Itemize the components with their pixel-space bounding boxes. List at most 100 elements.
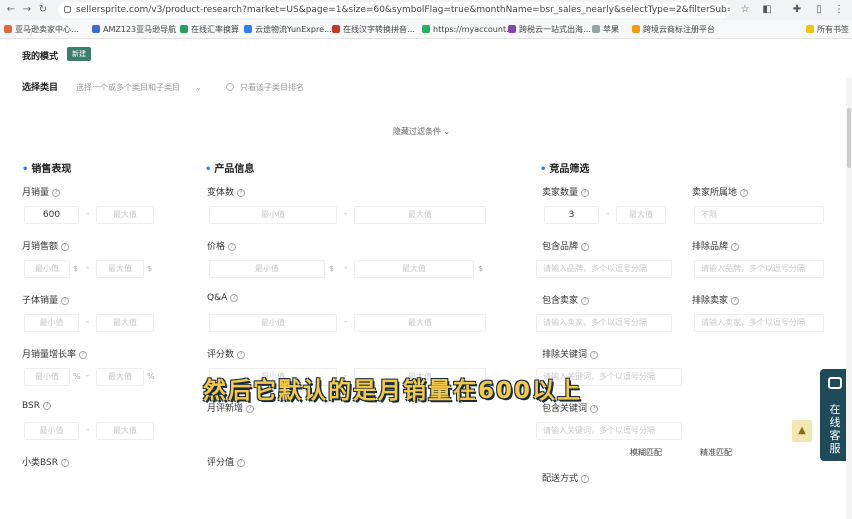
variant-count-max[interactable]: 最大值 (354, 206, 486, 224)
include-keywords-input[interactable]: 请输入关键词，多个以逗号分隔 (536, 422, 682, 440)
section-product: 产品信息 (205, 160, 254, 175)
dollar-unit: $ (478, 264, 484, 273)
subcategory-radio[interactable] (226, 83, 234, 91)
variant-sales-label: 子体销量? (22, 293, 70, 306)
dollar-unit: $ (147, 264, 153, 273)
range-dash: - (86, 371, 90, 381)
star-icon[interactable]: ☆ (738, 3, 752, 17)
help-icon[interactable]: ? (590, 404, 599, 413)
help-icon[interactable]: ? (581, 296, 590, 305)
fulfillment-label: 配送方式? (542, 471, 590, 484)
help-icon[interactable]: ? (237, 350, 246, 359)
include-seller-label: 包含卖家? (542, 293, 590, 306)
bookmark-8[interactable]: 跨境云商标注册平台 (632, 23, 715, 36)
bookmark-2[interactable]: 在线汇率换算 (180, 23, 239, 36)
bookmark-1[interactable]: AMZ123亚马逊导航 (92, 23, 176, 36)
seller-count-max[interactable]: 最大值 (616, 206, 666, 224)
price-max[interactable]: 最大值 (354, 260, 474, 278)
bookmark-0[interactable]: 亚马逊卖家中心… (4, 23, 79, 36)
help-icon[interactable]: ? (61, 242, 70, 251)
monthly-revenue-min[interactable]: 最小值 (24, 260, 70, 278)
chat-icon (828, 377, 842, 389)
range-dash: - (86, 425, 90, 435)
help-icon[interactable]: ? (731, 296, 740, 305)
include-seller-input[interactable]: 请输入卖家，多个以逗号分隔 (536, 314, 672, 332)
seller-count-min[interactable]: 3 (544, 206, 599, 224)
extension-icon[interactable]: ◧ (760, 3, 774, 17)
monthly-sales-label: 月销量? (22, 185, 61, 198)
qa-min[interactable]: 最小值 (209, 314, 337, 332)
exact-match-option[interactable]: 精准匹配 (700, 447, 732, 458)
include-brand-input[interactable]: 请输入品牌，多个以逗号分隔 (536, 260, 672, 278)
address-bar[interactable]: sellersprite.com/v3/product-research?mar… (58, 2, 730, 18)
help-icon[interactable]: ? (42, 401, 51, 410)
dollar-unit: $ (73, 264, 79, 273)
back-icon[interactable]: ← (4, 3, 18, 17)
chevron-down-icon: ⌄ (443, 127, 451, 136)
fuzzy-match-option[interactable]: 模糊匹配 (630, 447, 662, 458)
help-icon[interactable]: ? (581, 242, 590, 251)
monthly-revenue-label: 月销售额? (22, 239, 70, 252)
range-dash: - (344, 209, 348, 219)
menu-icon[interactable]: ⋮ (832, 3, 846, 17)
price-min[interactable]: 最小值 (209, 260, 325, 278)
bsr-max[interactable]: 最大值 (96, 422, 154, 440)
include-brand-label: 包含品牌? (542, 239, 590, 252)
sidepanel-icon[interactable]: ▯ (812, 3, 826, 17)
browser-toolbar: ← → ↻ sellersprite.com/v3/product-resear… (0, 0, 852, 20)
help-icon[interactable]: ? (52, 188, 61, 197)
puzzle-icon[interactable]: ✚ (790, 3, 804, 17)
forward-icon[interactable]: → (20, 3, 34, 17)
monthly-sales-min[interactable]: 600 (24, 206, 79, 224)
sales-growth-max[interactable]: 最大值 (96, 368, 144, 386)
bookmarks-bar: 亚马逊卖家中心… AMZ123亚马逊导航 在线汇率换算 云途物流YunExpre… (0, 20, 852, 39)
variant-count-label: 变体数? (207, 185, 246, 198)
help-icon[interactable]: ? (60, 458, 69, 467)
help-icon[interactable]: ? (246, 404, 255, 413)
rating-value-label: 评分值? (207, 455, 246, 468)
hide-filters-toggle[interactable]: 隐藏过滤条件 ⌄ (393, 126, 450, 137)
help-icon[interactable]: ? (230, 293, 239, 302)
seller-location-select[interactable]: 不限 (694, 206, 824, 224)
category-select[interactable]: 选择一个或多个类目和子类目 ⌄ (72, 79, 206, 97)
price-label: 价格? (207, 239, 237, 252)
all-bookmarks[interactable]: 所有书签 (806, 23, 849, 36)
bsr-min[interactable]: 最小值 (24, 422, 79, 440)
reload-icon[interactable]: ↻ (36, 3, 50, 17)
help-icon[interactable]: ? (79, 350, 88, 359)
category-placeholder: 选择一个或多个类目和子类目 (76, 83, 180, 92)
bookmark-6[interactable]: 跨税云一站式出海… (508, 23, 591, 36)
help-icon[interactable]: ? (61, 296, 70, 305)
mode-new-button[interactable]: 新建 (67, 47, 91, 61)
scrollbar-thumb[interactable] (847, 108, 851, 168)
exclude-brand-input[interactable]: 请输入品牌，多个以逗号分隔 (694, 260, 824, 278)
back-to-top-button[interactable]: ▲ (792, 420, 812, 442)
help-icon[interactable]: ? (590, 350, 599, 359)
variant-sales-min[interactable]: 最小值 (24, 314, 79, 332)
help-icon[interactable]: ? (237, 458, 246, 467)
variant-sales-max[interactable]: 最大值 (96, 314, 154, 332)
sales-growth-min[interactable]: 最小值 (24, 368, 70, 386)
help-icon[interactable]: ? (731, 242, 740, 251)
bookmark-5[interactable]: https://myaccount… (422, 23, 514, 36)
bookmark-4[interactable]: 在线汉字转换拼音… (332, 23, 415, 36)
monthly-sales-max[interactable]: 最大值 (96, 206, 154, 224)
bookmark-3[interactable]: 云途物流YunExpre… (244, 23, 332, 36)
monthly-revenue-max[interactable]: 最大值 (96, 260, 144, 278)
sales-growth-label: 月销量增长率? (22, 347, 88, 360)
exclude-seller-input[interactable]: 请输入卖家，多个以逗号分隔 (694, 314, 824, 332)
section-competition: 竞品筛选 (540, 160, 589, 175)
bookmark-7[interactable]: 苹果 (592, 23, 619, 36)
help-icon[interactable]: ? (581, 188, 590, 197)
help-icon[interactable]: ? (237, 188, 246, 197)
video-subtitle: 然后它默认的是月销量在600以上 (203, 378, 583, 404)
range-dash: - (86, 263, 90, 273)
range-dash: - (344, 263, 348, 273)
help-icon[interactable]: ? (228, 242, 237, 251)
scrollbar[interactable] (846, 78, 852, 519)
help-icon[interactable]: ? (581, 474, 590, 483)
variant-count-min[interactable]: 最小值 (209, 206, 337, 224)
help-icon[interactable]: ? (740, 188, 749, 197)
range-dash: - (344, 317, 348, 327)
qa-max[interactable]: 最大值 (354, 314, 486, 332)
